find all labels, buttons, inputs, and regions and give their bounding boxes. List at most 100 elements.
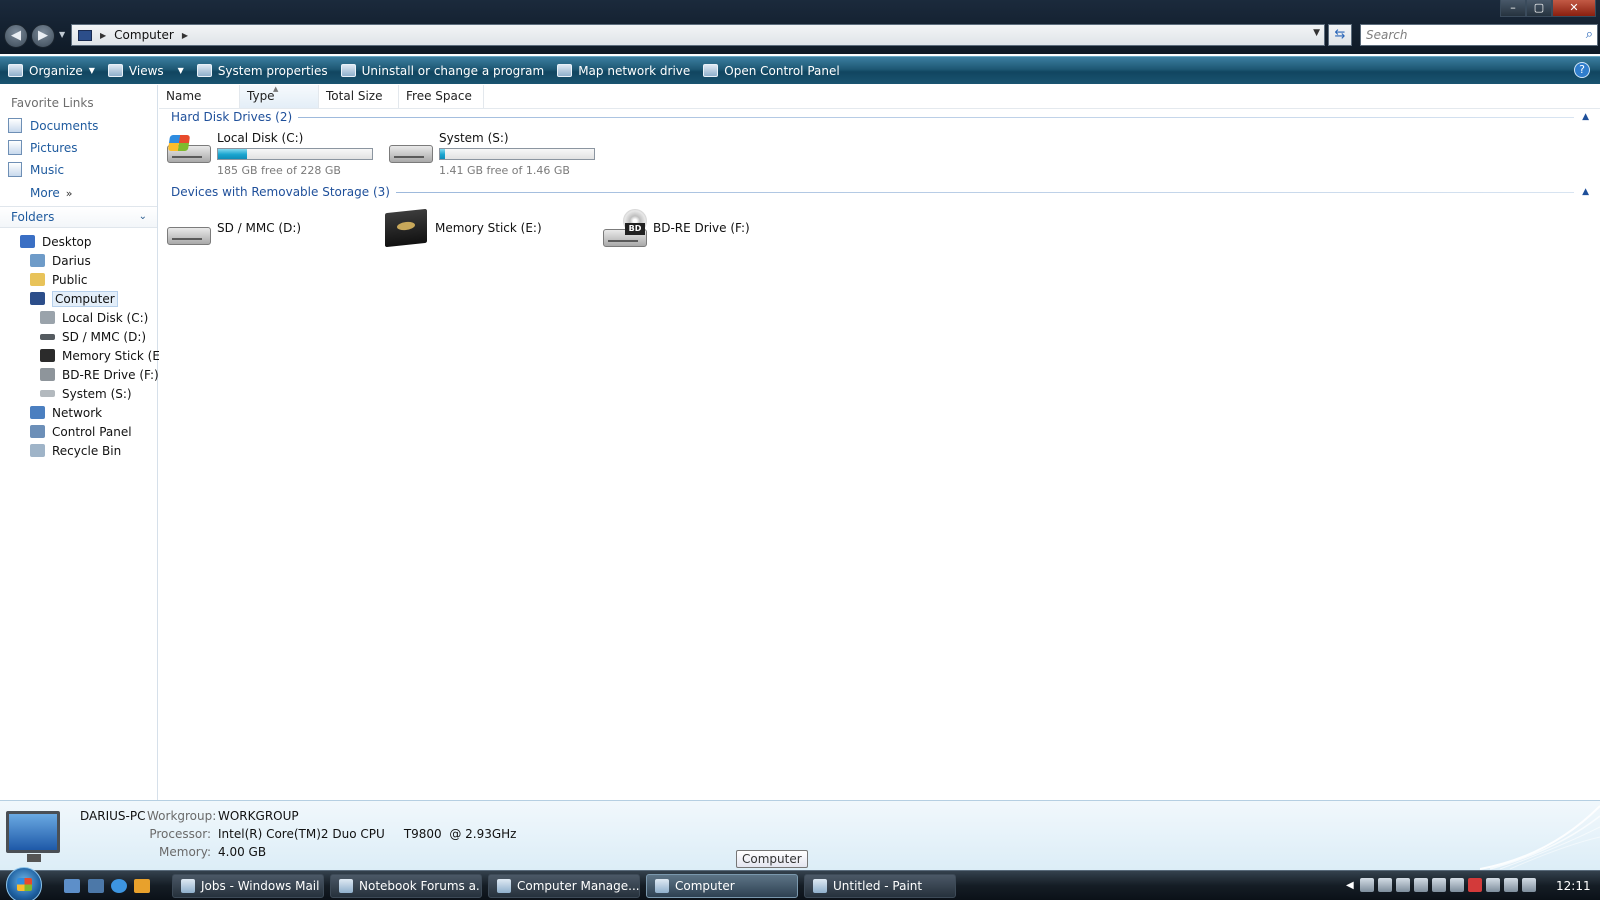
column-header-type[interactable]: ▲ Type <box>240 85 319 108</box>
memory-stick-icon <box>383 208 431 249</box>
address-dropdown-icon[interactable]: ▼ <box>1313 28 1320 38</box>
show-hidden-icons-icon[interactable]: ◀ <box>1346 880 1354 891</box>
content-area: Name ▲ Type Total Size Free Space Hard Di… <box>159 85 1600 800</box>
tray-icon[interactable] <box>1467 878 1482 892</box>
organize-icon <box>8 64 23 77</box>
drive-system-s[interactable]: System (S:) 1.41 GB free of 1.46 GB <box>387 131 595 177</box>
hdd-windows-icon <box>165 131 213 171</box>
close-button[interactable]: ✕ <box>1552 0 1596 17</box>
uninstall-program-button[interactable]: Uninstall or change a program <box>340 64 544 78</box>
tree-item-desktop[interactable]: Desktop <box>20 233 92 250</box>
drive-name: Local Disk (C:) <box>217 131 304 145</box>
maximize-button[interactable]: ▢ <box>1526 0 1552 17</box>
tree-item-network[interactable]: Network <box>30 404 102 421</box>
column-header-label: Type <box>247 89 275 103</box>
computer-icon <box>655 879 669 893</box>
tree-item-computer[interactable]: Computer <box>30 290 118 307</box>
tree-item-public[interactable]: Public <box>30 271 88 288</box>
group-title: Hard Disk Drives (2) <box>171 110 293 124</box>
search-box[interactable]: ⌕ <box>1360 24 1598 46</box>
taskbar-button-computer-management[interactable]: Computer Manage... <box>488 874 640 898</box>
tooltip: Computer <box>736 850 808 868</box>
chevron-down-icon: ▼ <box>177 66 184 75</box>
open-control-panel-button[interactable]: Open Control Panel <box>703 64 840 78</box>
group-title: Devices with Removable Storage (3) <box>171 185 390 199</box>
tray-icon[interactable] <box>1485 878 1500 892</box>
group-divider <box>395 191 1575 193</box>
show-desktop-icon[interactable] <box>64 879 80 893</box>
clock[interactable]: 12:11 <box>1556 879 1591 893</box>
collapse-icon[interactable]: ▲ <box>1582 187 1589 197</box>
pictures-icon <box>8 140 22 155</box>
column-header-free-space[interactable]: Free Space <box>399 85 484 108</box>
forward-arrow-icon: ▶ <box>38 28 48 43</box>
system-properties-button[interactable]: System properties <box>196 64 328 78</box>
tree-item-control-panel[interactable]: Control Panel <box>30 423 132 440</box>
network-status-icon[interactable] <box>1503 878 1518 892</box>
tree-item-label: System (S:) <box>62 386 132 401</box>
tree-item-label: BD-RE Drive (F:) <box>62 367 159 382</box>
bd-drive-icon: BD <box>601 209 649 249</box>
column-header-total-size[interactable]: Total Size <box>319 85 399 108</box>
computer-monitor-icon <box>6 811 60 862</box>
help-button[interactable]: ? <box>1574 62 1590 78</box>
taskbar-button-computer[interactable]: Computer <box>646 874 798 898</box>
tree-item-local-disk-c[interactable]: Local Disk (C:) <box>40 309 148 326</box>
views-button[interactable]: Views ▼ <box>107 63 184 78</box>
tray-icon[interactable] <box>1413 878 1428 892</box>
taskbar-button-paint[interactable]: Untitled - Paint <box>804 874 956 898</box>
workgroup-label: Workgroup: <box>147 809 217 823</box>
search-icon[interactable]: ⌕ <box>1586 27 1593 42</box>
collapse-icon[interactable]: ▲ <box>1582 112 1589 122</box>
favorite-link-documents[interactable]: Documents <box>8 118 98 133</box>
drive-bd-re-f[interactable]: BD BD-RE Drive (F:) <box>601 209 750 249</box>
switch-windows-icon[interactable] <box>88 879 104 893</box>
address-bar[interactable]: ▶ Computer ▶ ▼ <box>71 24 1325 46</box>
user-folder-icon <box>30 254 45 267</box>
organize-button[interactable]: Organize ▼ <box>8 64 95 78</box>
tree-item-darius[interactable]: Darius <box>30 252 91 269</box>
drive-name: System (S:) <box>439 131 509 145</box>
more-links[interactable]: More » <box>30 186 72 200</box>
tray-icon[interactable] <box>1377 878 1392 892</box>
folders-header[interactable]: Folders ⌄ <box>0 206 157 228</box>
group-removable-storage[interactable]: Devices with Removable Storage (3) ▲ <box>171 185 1589 199</box>
drive-sd-mmc-d[interactable]: SD / MMC (D:) <box>165 209 301 249</box>
tree-item-label: Computer <box>52 290 118 307</box>
media-player-icon[interactable] <box>134 879 150 893</box>
forward-button[interactable]: ▶ <box>31 24 55 48</box>
internet-explorer-icon[interactable] <box>111 879 127 893</box>
drive-memory-stick-e[interactable]: Memory Stick (E:) <box>383 208 542 249</box>
tray-icon[interactable] <box>1431 878 1446 892</box>
views-label: Views <box>128 63 164 78</box>
tree-item-memory-stick-e[interactable]: Memory Stick (E:) <box>40 347 169 364</box>
map-network-drive-button[interactable]: Map network drive <box>557 64 690 78</box>
tree-item-label: Public <box>52 272 88 287</box>
breadcrumb-computer[interactable]: Computer <box>114 28 174 42</box>
favorite-link-music[interactable]: Music <box>8 162 64 177</box>
column-header-name[interactable]: Name <box>159 85 240 108</box>
breadcrumb-separator-icon[interactable]: ▶ <box>182 31 188 40</box>
tree-item-sd-mmc-d[interactable]: SD / MMC (D:) <box>40 328 146 345</box>
minimize-button[interactable]: – <box>1500 0 1526 17</box>
tray-icon[interactable] <box>1449 878 1464 892</box>
tray-icon[interactable] <box>1395 878 1410 892</box>
favorite-link-pictures[interactable]: Pictures <box>8 140 78 155</box>
breadcrumb-separator-icon[interactable]: ▶ <box>100 31 106 40</box>
tree-item-recycle-bin[interactable]: Recycle Bin <box>30 442 121 459</box>
search-input[interactable] <box>1366 28 1566 42</box>
recent-pages-dropdown[interactable]: ▼ <box>59 30 67 39</box>
volume-icon[interactable] <box>1521 878 1536 892</box>
tree-item-system-s[interactable]: System (S:) <box>40 385 132 402</box>
back-button[interactable]: ◀ <box>4 24 28 48</box>
tray-icon[interactable] <box>1359 878 1374 892</box>
drive-local-disk-c[interactable]: Local Disk (C:) 185 GB free of 228 GB <box>165 131 373 177</box>
group-hard-disk-drives[interactable]: Hard Disk Drives (2) ▲ <box>171 110 1589 124</box>
refresh-button[interactable]: ⇆ <box>1328 24 1352 46</box>
workgroup-value: WORKGROUP <box>218 809 299 823</box>
start-button[interactable] <box>6 867 42 900</box>
taskbar-button-windows-mail[interactable]: Jobs - Windows Mail <box>172 874 324 898</box>
command-bar: Organize ▼ Views ▼ System properties Unins… <box>0 56 1600 84</box>
tree-item-bd-re-f[interactable]: BD-RE Drive (F:) <box>40 366 159 383</box>
taskbar-button-notebook-forums[interactable]: Notebook Forums a... <box>330 874 482 898</box>
